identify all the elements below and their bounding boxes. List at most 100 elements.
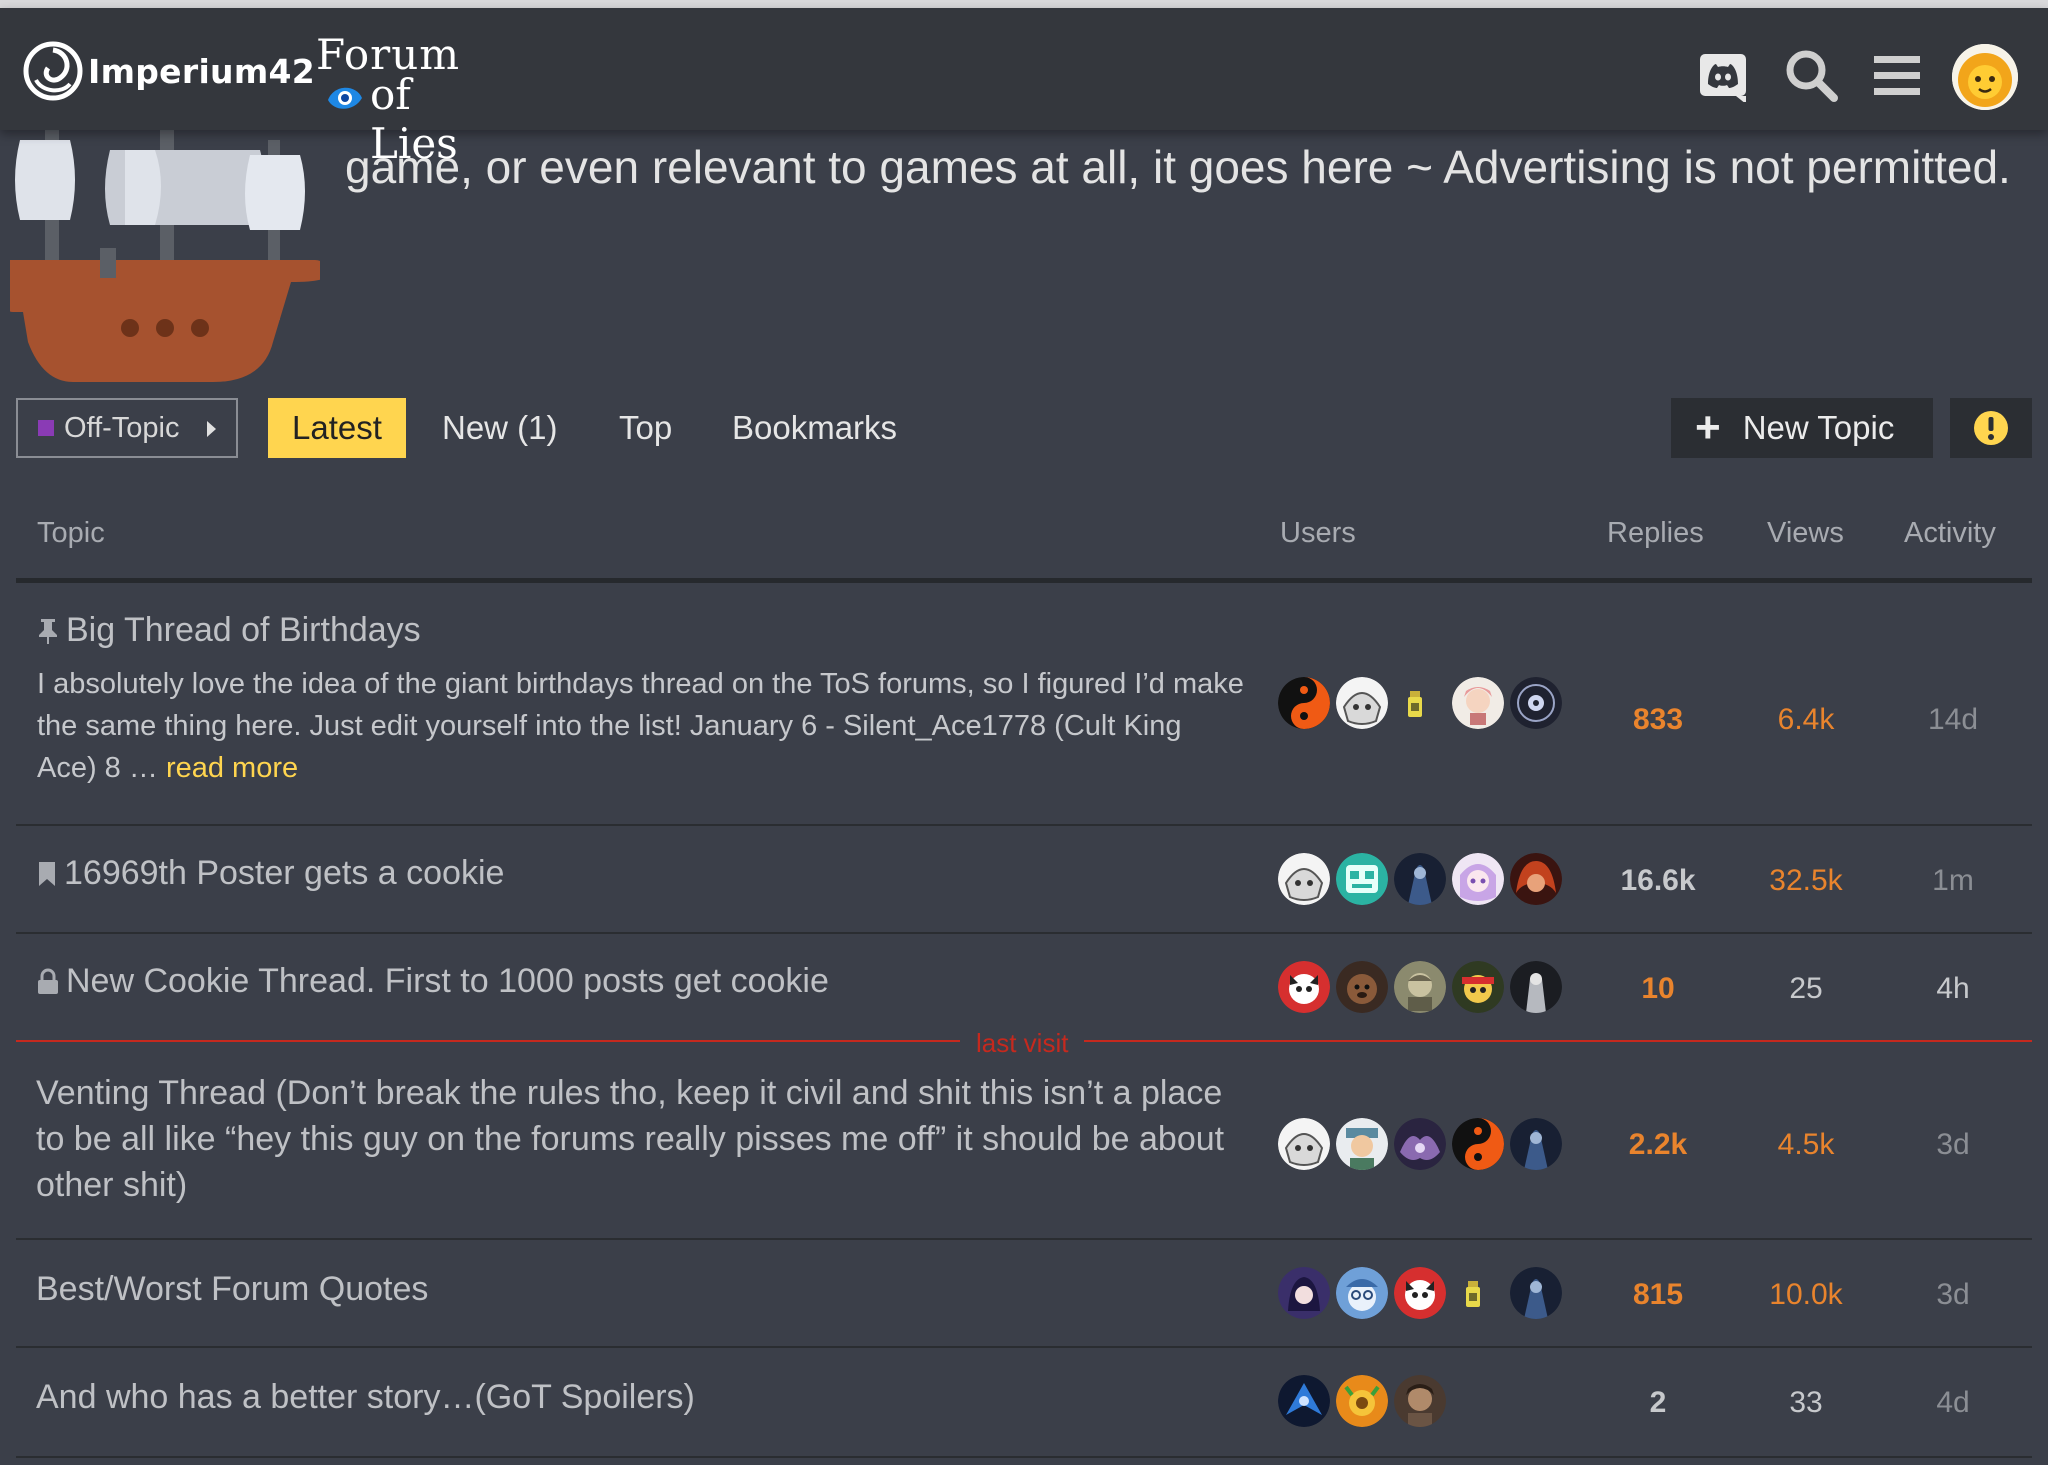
avatar[interactable] <box>1394 961 1446 1013</box>
avatar[interactable] <box>1336 961 1388 1013</box>
topic-title-text: Big Thread of Birthdays <box>66 611 421 649</box>
forum-of-lies-logo[interactable]: Forum of Lies <box>316 30 486 168</box>
exclamation-circle-icon <box>1974 411 2008 445</box>
user-avatar[interactable] <box>1952 44 2018 110</box>
lion-avatar-icon <box>1952 44 2018 110</box>
browser-top-strip <box>0 0 2048 8</box>
avatar[interactable] <box>1278 1118 1330 1170</box>
avatar[interactable] <box>1336 1267 1388 1319</box>
new-topic-label: New Topic <box>1742 409 1895 446</box>
avatar[interactable] <box>1462 1279 1484 1309</box>
search-icon <box>1786 50 1838 102</box>
topic-title[interactable]: Venting Thread (Don’t break the rules th… <box>36 1070 1246 1208</box>
topic-title[interactable]: Best/Worst Forum Quotes <box>36 1270 428 1309</box>
pin-icon <box>36 617 60 645</box>
hamburger-menu-button[interactable] <box>1866 44 1928 106</box>
bookmark-icon <box>36 860 58 888</box>
tab-bookmarks[interactable]: Bookmarks <box>732 398 897 458</box>
topic-replies[interactable]: 833 <box>1578 703 1738 737</box>
tab-top[interactable]: Top <box>619 398 672 458</box>
tab-latest[interactable]: Latest <box>268 398 406 458</box>
avatar[interactable] <box>1336 677 1388 729</box>
topic-title-text: 16969th Poster gets a cookie <box>64 854 505 892</box>
discord-button[interactable] <box>1692 44 1754 106</box>
topic-row[interactable]: New Cookie Thread. First to 1000 posts g… <box>16 934 2032 1042</box>
topic-views: 10.0k <box>1769 1278 1843 1311</box>
topic-replies[interactable]: 2 <box>1578 1386 1738 1420</box>
topic-activity[interactable]: 3d <box>1873 1128 2033 1162</box>
search-button[interactable] <box>1780 44 1842 106</box>
tab-new[interactable]: New (1) <box>442 398 558 458</box>
avatar[interactable] <box>1278 961 1330 1013</box>
topic-replies[interactable]: 10 <box>1578 972 1738 1006</box>
caret-right-icon <box>207 421 216 437</box>
avatar[interactable] <box>1278 1375 1330 1427</box>
category-description: game, or even relevant to games at all, … <box>345 141 2011 193</box>
topic-title-text: And who has a better story…(GoT Spoilers… <box>36 1378 695 1416</box>
topic-title-text: Venting Thread (Don’t break the rules th… <box>36 1074 1225 1204</box>
topic-replies[interactable]: 815 <box>1578 1278 1738 1312</box>
forum-logo-bottom-text: of Lies <box>370 70 458 168</box>
avatar[interactable] <box>1336 1118 1388 1170</box>
topic-title[interactable]: Big Thread of Birthdays <box>36 611 421 650</box>
topic-title[interactable]: And who has a better story…(GoT Spoilers… <box>36 1378 695 1417</box>
topic-title[interactable]: 16969th Poster gets a cookie <box>36 854 504 893</box>
topic-activity[interactable]: 14d <box>1873 703 2033 737</box>
avatar[interactable] <box>1452 961 1504 1013</box>
avatar[interactable] <box>1510 1118 1562 1170</box>
column-header-replies[interactable]: Replies <box>1607 517 1704 550</box>
topic-replies[interactable]: 16.6k <box>1578 864 1738 898</box>
imperium42-logo-text: Imperium42 <box>88 51 316 91</box>
avatar[interactable] <box>1278 1267 1330 1319</box>
topic-row[interactable]: Big Thread of Birthdays I absolutely lov… <box>16 583 2032 826</box>
topic-activity[interactable]: 4h <box>1873 972 2033 1006</box>
plus-icon: + <box>1695 403 1721 452</box>
avatar[interactable] <box>1452 1118 1504 1170</box>
avatar[interactable] <box>1452 677 1504 729</box>
topic-views: 25 <box>1789 972 1823 1005</box>
category-dropdown[interactable]: Off-Topic <box>16 398 238 458</box>
avatar[interactable] <box>1452 853 1504 905</box>
pirate-ship-category-logo <box>5 120 325 390</box>
topic-activity[interactable]: 3d <box>1873 1278 2033 1312</box>
topic-title-text: Best/Worst Forum Quotes <box>36 1270 429 1308</box>
topic-row[interactable]: And who has a better story…(GoT Spoilers… <box>16 1348 2032 1458</box>
avatar[interactable] <box>1278 677 1330 729</box>
avatar[interactable] <box>1394 1267 1446 1319</box>
topic-title-text: New Cookie Thread. First to 1000 posts g… <box>66 962 829 1000</box>
avatar[interactable] <box>1336 853 1388 905</box>
avatar[interactable] <box>1394 1118 1446 1170</box>
read-more-link[interactable]: read more <box>166 752 298 784</box>
topic-row[interactable]: Best/Worst Forum Quotes 815 10.0k 3d <box>16 1240 2032 1348</box>
column-header-activity[interactable]: Activity <box>1904 517 1996 550</box>
topic-excerpt: I absolutely love the idea of the giant … <box>37 663 1247 789</box>
topic-replies[interactable]: 2.2k <box>1578 1128 1738 1162</box>
imperium-swirl-icon <box>23 41 83 101</box>
site-header: Imperium42 Forum of Lies <box>0 8 2048 168</box>
topic-views: 32.5k <box>1769 864 1843 897</box>
column-header-views[interactable]: Views <box>1767 517 1844 550</box>
avatar[interactable] <box>1510 961 1562 1013</box>
hamburger-menu-icon <box>1874 56 1920 95</box>
avatar[interactable] <box>1394 1375 1446 1427</box>
topic-list-navigation: Off-Topic Latest New (1) Top Bookmarks +… <box>16 398 2032 458</box>
avatar[interactable] <box>1510 853 1562 905</box>
lock-icon <box>36 968 60 996</box>
topic-list-header: Topic Users Replies Views Activity <box>16 505 2032 583</box>
topic-row[interactable]: 16969th Poster gets a cookie 16.6k 32.5k… <box>16 826 2032 934</box>
category-dropdown-label: Off-Topic <box>64 411 180 444</box>
avatar[interactable] <box>1510 677 1562 729</box>
topic-row[interactable]: Venting Thread (Don’t break the rules th… <box>16 1042 2032 1240</box>
new-topic-button[interactable]: + New Topic <box>1671 398 1933 458</box>
avatar[interactable] <box>1404 689 1426 719</box>
avatar[interactable] <box>1510 1267 1562 1319</box>
topic-title[interactable]: New Cookie Thread. First to 1000 posts g… <box>36 962 829 1001</box>
topic-activity[interactable]: 4d <box>1873 1386 2033 1420</box>
avatar[interactable] <box>1394 853 1446 905</box>
avatar[interactable] <box>1278 853 1330 905</box>
avatar[interactable] <box>1336 1375 1388 1427</box>
topic-activity[interactable]: 1m <box>1873 864 2033 898</box>
notification-alert-button[interactable] <box>1950 398 2032 458</box>
imperium42-logo[interactable]: Imperium42 <box>22 40 315 102</box>
column-header-topic[interactable]: Topic <box>37 517 105 550</box>
